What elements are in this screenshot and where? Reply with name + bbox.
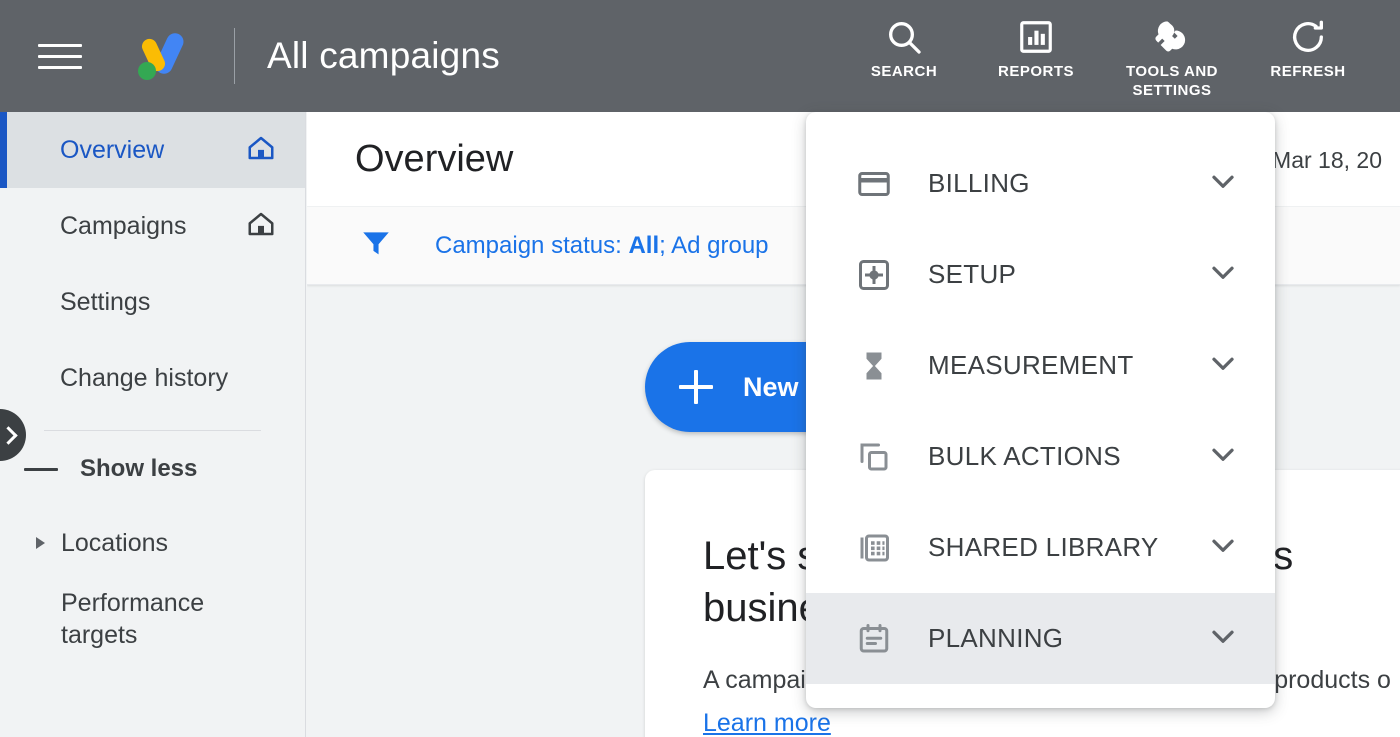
page-title-header: All campaigns [267, 35, 500, 76]
date-range-selector[interactable]: Mar 18, 20 [1253, 134, 1400, 186]
header-divider [234, 28, 235, 84]
reports-button[interactable]: REPORTS [970, 14, 1102, 81]
dropdown-item-planning[interactable]: PLANNING [806, 593, 1275, 684]
refresh-icon [1288, 14, 1328, 60]
stacked-squares-icon [854, 439, 894, 475]
tools-and-settings-dropdown: BILLING SETUP MEASUREMENT BULK ACTIONS S… [806, 112, 1275, 708]
dropdown-item-bulk-actions[interactable]: BULK ACTIONS [806, 411, 1275, 502]
dropdown-item-setup[interactable]: SETUP [806, 229, 1275, 320]
sidebar-item-label: Settings [60, 287, 151, 316]
google-ads-logo[interactable] [134, 30, 190, 82]
triangle-right-icon [36, 537, 45, 549]
chevron-down-icon[interactable] [1205, 163, 1241, 204]
dropdown-item-label: BILLING [928, 168, 1030, 198]
reports-bar-chart-icon [1017, 14, 1055, 60]
sidebar-item-locations[interactable]: Locations [0, 507, 305, 579]
tools-and-settings-label: TOOLS AND SETTINGS [1125, 63, 1218, 99]
search-button[interactable]: SEARCH [838, 14, 970, 81]
chevron-down-icon[interactable] [1205, 345, 1241, 386]
search-label: SEARCH [870, 63, 938, 80]
sidebar-item-change-history[interactable]: Change history [0, 340, 305, 416]
sidebar-item-label: Performance [61, 589, 205, 617]
sidebar-item-label: Campaigns [60, 211, 187, 240]
show-less-button[interactable]: Show less [0, 431, 305, 507]
dropdown-item-label: BULK ACTIONS [928, 441, 1121, 471]
filter-value: All [628, 231, 660, 259]
sidebar-item-performance-targets[interactable]: Performance targets [0, 579, 305, 651]
dropdown-item-billing[interactable]: BILLING [806, 138, 1275, 229]
show-less-label: Show less [80, 455, 198, 482]
sidebar-item-overview[interactable]: Overview [0, 112, 305, 188]
dropdown-item-shared-library[interactable]: SHARED LIBRARY [806, 502, 1275, 593]
tools-and-settings-button[interactable]: TOOLS AND SETTINGS [1102, 14, 1242, 100]
sidebar-item-label-line2: targets [61, 621, 138, 649]
minus-icon [24, 467, 58, 471]
sidebar-item-label: Change history [60, 363, 229, 392]
reports-label: REPORTS [997, 63, 1074, 80]
chevron-down-icon[interactable] [1205, 527, 1241, 568]
calendar-note-icon [854, 621, 894, 657]
filter-chip-text[interactable]: Campaign status: All; Ad group [435, 232, 769, 260]
credit-card-icon [854, 166, 894, 202]
dropdown-item-label: SHARED LIBRARY [928, 532, 1159, 562]
dropdown-item-measurement[interactable]: MEASUREMENT [806, 320, 1275, 411]
hourglass-icon [854, 348, 894, 384]
header-actions: SEARCH REPORTS TOOLS AND SETTINGS REFRES… [838, 0, 1400, 112]
learn-more-link[interactable]: Learn more [703, 709, 831, 737]
refresh-button[interactable]: REFRESH [1242, 14, 1374, 81]
sidebar-item-settings[interactable]: Settings [0, 264, 305, 340]
filter-prefix: Campaign status: [435, 231, 629, 259]
left-sidebar: Overview Campaigns Settings Change histo… [0, 112, 306, 737]
home-icon [245, 133, 277, 168]
chevron-right-icon [0, 425, 18, 445]
sidebar-item-label: Locations [61, 528, 169, 557]
search-icon [884, 14, 924, 60]
sidebar-item-campaigns[interactable]: Campaigns [0, 188, 305, 264]
home-icon [245, 209, 277, 244]
dropdown-item-label: SETUP [928, 259, 1017, 289]
sidebar-item-label: Overview [60, 135, 165, 164]
page-title: Overview [355, 137, 514, 180]
library-grid-icon [854, 530, 894, 566]
dropdown-item-label: PLANNING [928, 623, 1064, 653]
top-header-bar: All campaigns SEARCH REPORTS TOOLS AND S… [0, 0, 1400, 112]
google-ads-app-window: All campaigns SEARCH REPORTS TOOLS AND S… [0, 0, 1400, 737]
card-body-tail: products o [1274, 666, 1391, 694]
wrench-tools-icon [1151, 14, 1193, 60]
chevron-down-icon[interactable] [1205, 618, 1241, 659]
date-range-value: Mar 18, 20 [1272, 146, 1382, 173]
filter-funnel-icon[interactable] [359, 226, 393, 265]
refresh-label: REFRESH [1270, 63, 1346, 80]
dropdown-item-label: MEASUREMENT [928, 350, 1134, 380]
gear-square-icon [854, 257, 894, 293]
filter-suffix: ; Ad group [659, 231, 769, 259]
chevron-down-icon[interactable] [1205, 436, 1241, 477]
plus-icon [679, 370, 713, 404]
chevron-down-icon[interactable] [1205, 254, 1241, 295]
hamburger-menu-icon[interactable] [38, 38, 82, 74]
